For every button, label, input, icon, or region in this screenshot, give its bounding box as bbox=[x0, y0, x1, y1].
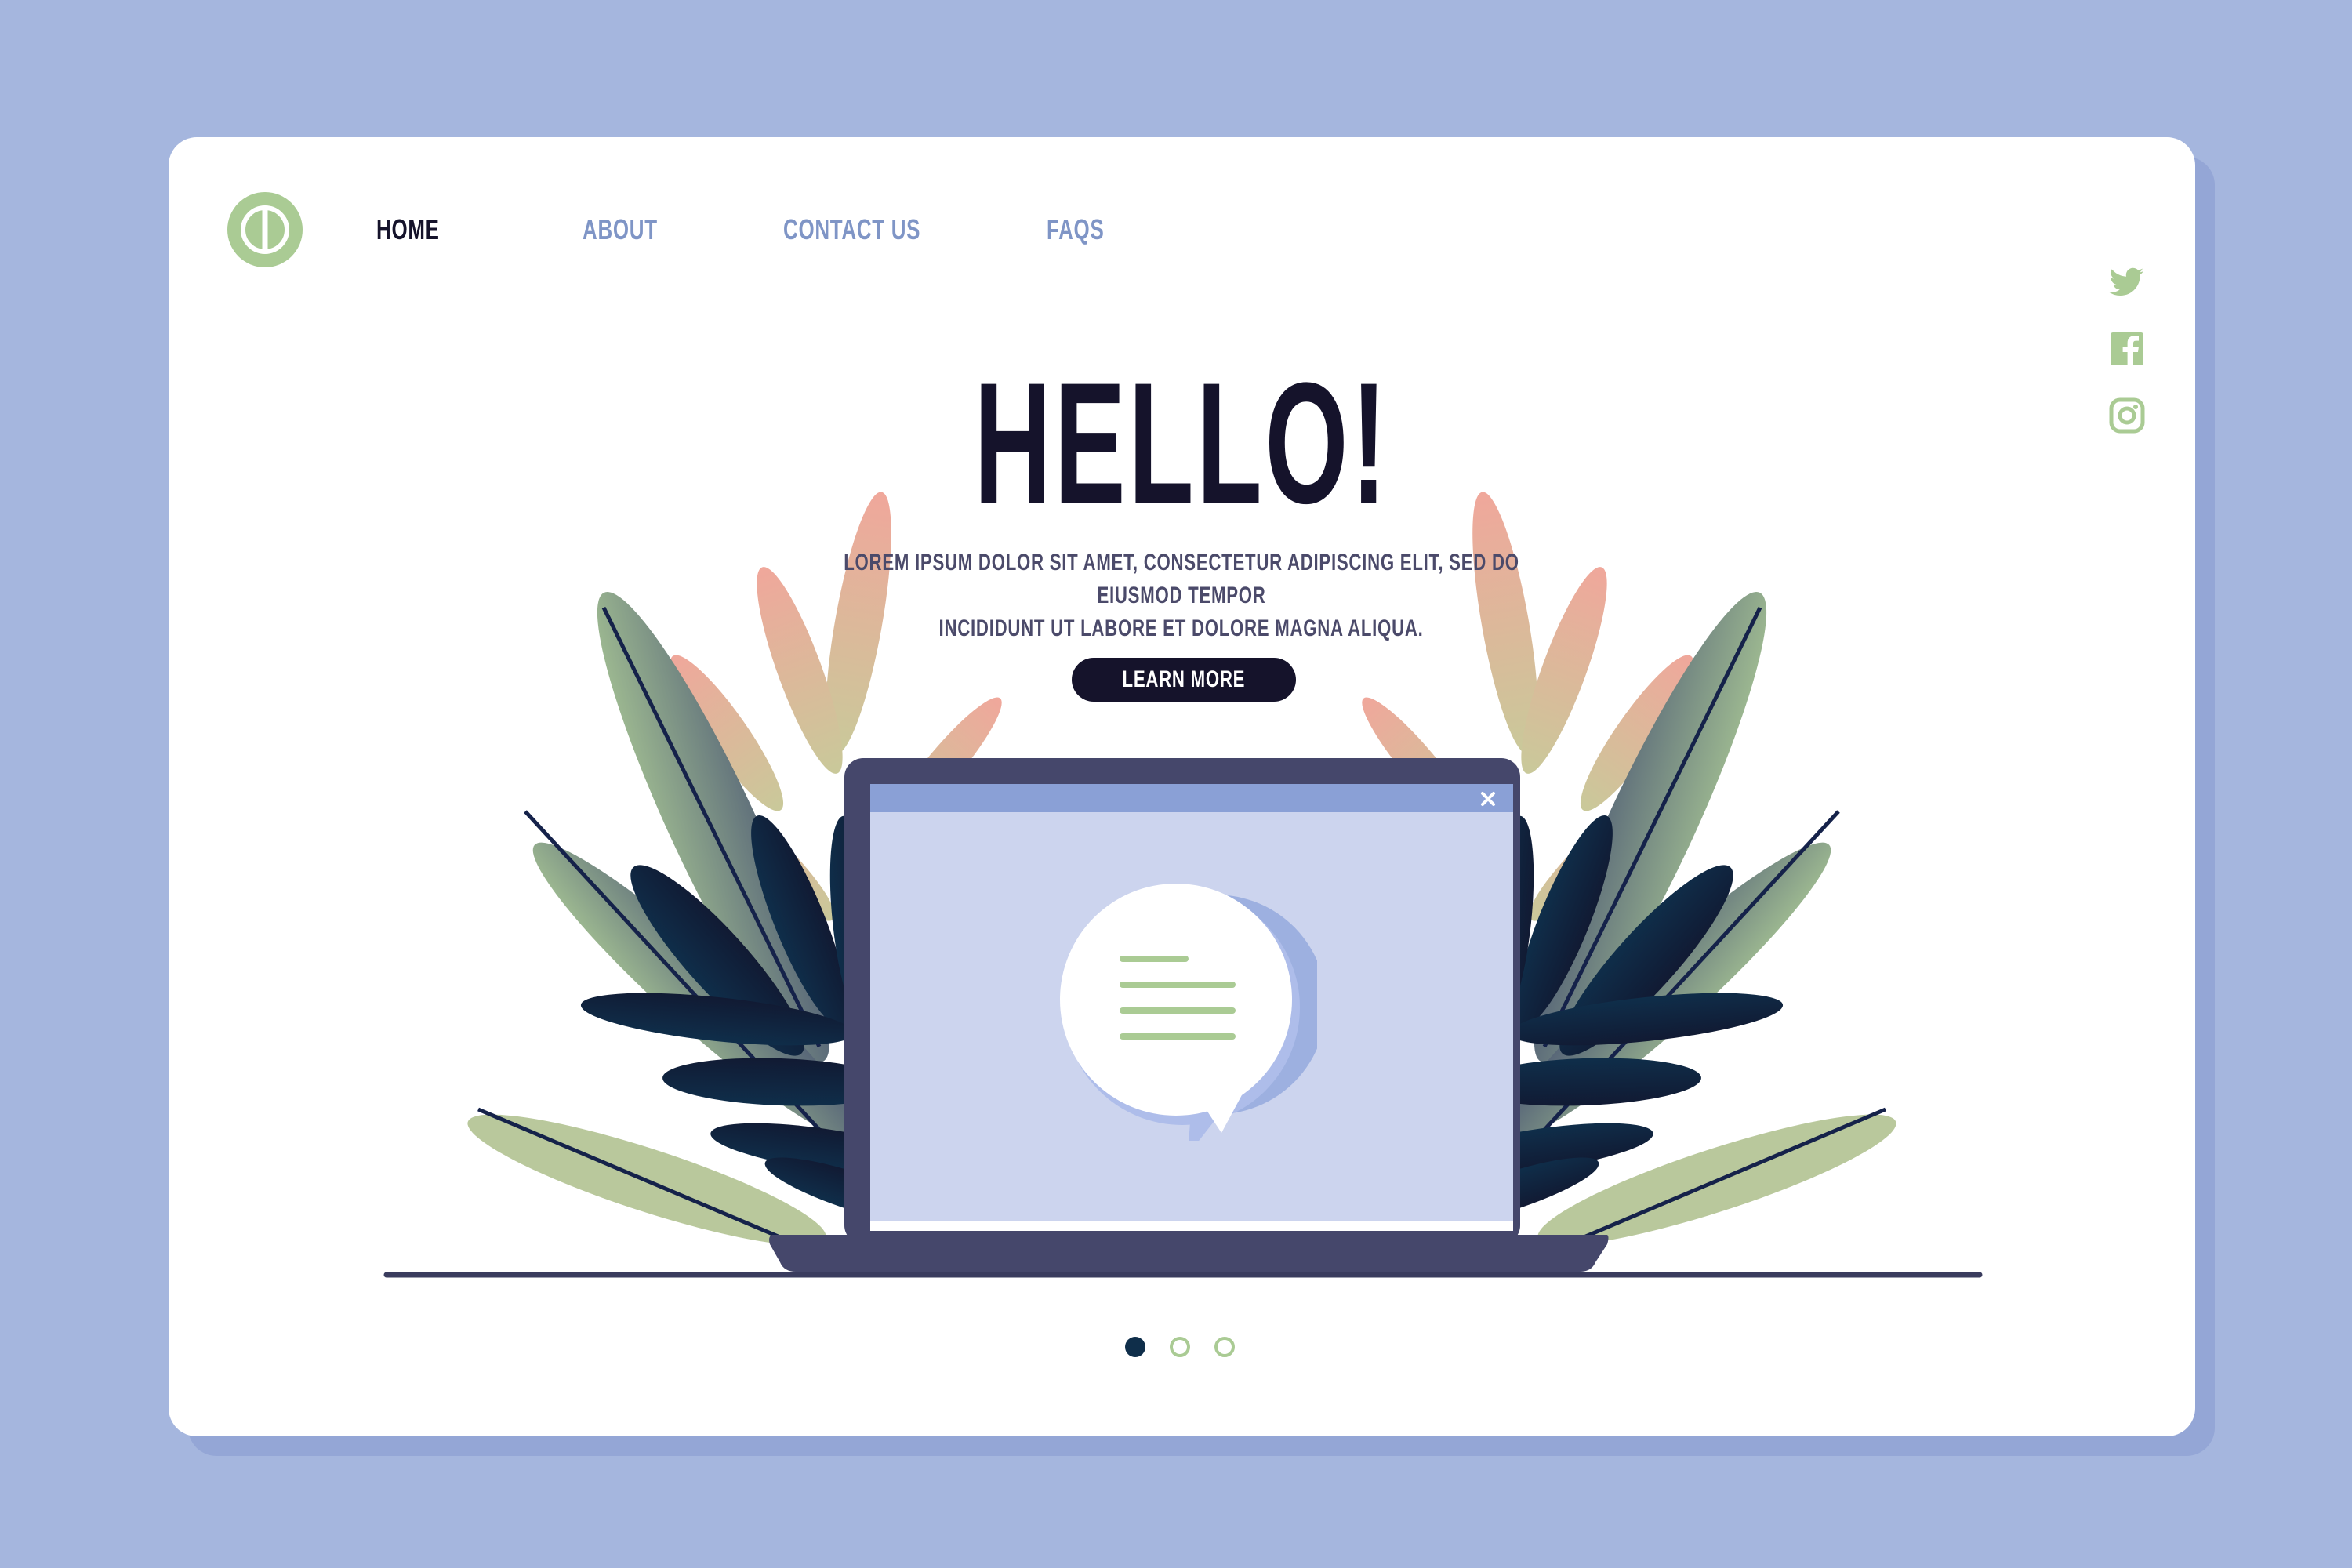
hero-title: HELLO! bbox=[169, 349, 2195, 537]
twitter-icon[interactable] bbox=[2107, 263, 2147, 302]
nav-faqs[interactable]: FAQS bbox=[1047, 206, 1104, 253]
hero-subtitle-line-1: LOREM IPSUM DOLOR SIT AMET, CONSECTETUR … bbox=[844, 550, 1519, 608]
hero-subtitle-line-2: INCIDIDUNT UT LABORE ET DOLORE MAGNA ALI… bbox=[939, 615, 1424, 641]
carousel-dot-3[interactable] bbox=[1214, 1337, 1235, 1357]
logo-mark-icon bbox=[241, 205, 289, 254]
hero-title-text: HELLO! bbox=[974, 347, 1390, 539]
logo[interactable] bbox=[227, 192, 303, 267]
hero-subtitle: LOREM IPSUM DOLOR SIT AMET, CONSECTETUR … bbox=[711, 546, 1652, 645]
nav-about[interactable]: ABOUT bbox=[583, 206, 658, 253]
carousel-dot-1[interactable] bbox=[1125, 1337, 1145, 1357]
learn-more-label: LEARN MORE bbox=[1122, 666, 1246, 692]
carousel-dot-2[interactable] bbox=[1170, 1337, 1190, 1357]
close-icon[interactable] bbox=[1479, 790, 1497, 808]
chat-bubble-icon bbox=[1060, 884, 1317, 1141]
nav-contact-us[interactable]: CONTACT US bbox=[783, 206, 920, 253]
nav-home[interactable]: HOME bbox=[376, 206, 440, 253]
landing-card: HOME ABOUT CONTACT US FAQS HELLO! LOREM … bbox=[169, 137, 2195, 1436]
learn-more-button[interactable]: LEARN MORE bbox=[1072, 658, 1296, 702]
hero-illustration bbox=[383, 492, 1983, 1278]
